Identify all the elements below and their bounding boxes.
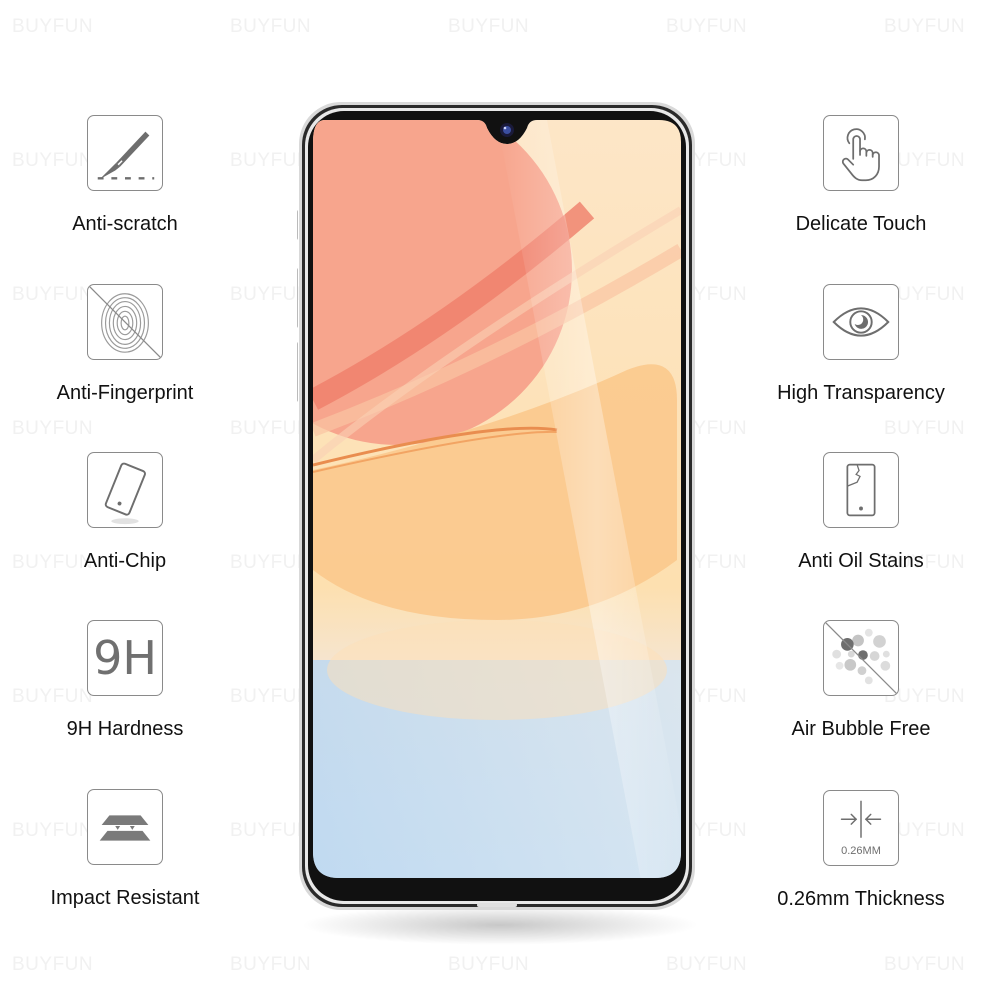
eye-icon [823,284,899,360]
feature-label: Anti Oil Stains [798,550,924,572]
cracked-phone-icon [823,452,899,528]
phone-with-screen-protector [297,100,697,912]
feature-label: Anti-Fingerprint [56,382,194,404]
fingerprint-crossed-icon [87,284,163,360]
touch-hand-icon [823,115,899,191]
feature-label: Anti-scratch [72,213,178,235]
watermark-text: BUYFUN [230,16,312,37]
watermark-text: BUYFUN [448,954,530,975]
scalpel-icon [87,115,163,191]
feature-air-bubble-free: Air Bubble Free [741,620,981,741]
feature-high-transparency: High Transparency [741,284,981,405]
feature-label: 9H Hardness [66,718,184,740]
feature-9h-hardness: 9H 9H Hardness [5,620,245,741]
feature-label: High Transparency [777,382,945,404]
watermark-text: BUYFUN [884,418,966,439]
feature-label: Anti-Chip [83,550,167,572]
feature-anti-chip: Anti-Chip [5,452,245,573]
feature-label: 0.26mm Thickness [777,888,945,910]
feature-anti-oil-stains: Anti Oil Stains [741,452,981,573]
feature-label: Impact Resistant [50,887,200,909]
feature-impact-resistant: Impact Resistant [5,789,245,910]
watermark-text: BUYFUN [884,16,966,37]
watermark-text: BUYFUN [12,16,94,37]
stacked-layers-icon [87,789,163,865]
feature-delicate-touch: Delicate Touch [741,115,981,236]
9h-text-icon: 9H [87,620,163,696]
watermark-text: BUYFUN [666,954,748,975]
watermark-text: BUYFUN [12,418,94,439]
feature-anti-fingerprint: Anti-Fingerprint [5,284,245,405]
feature-thickness: 0.26MM 0.26mm Thickness [741,790,981,911]
feature-label: Air Bubble Free [791,718,931,740]
thickness-arrows-icon: 0.26MM [823,790,899,866]
watermark-text: BUYFUN [666,16,748,37]
bubbles-crossed-icon [823,620,899,696]
feature-anti-scratch: Anti-scratch [5,115,245,236]
watermark-text: BUYFUN [448,16,530,37]
tilted-phone-icon [87,452,163,528]
feature-label: Delicate Touch [795,213,927,235]
watermark-text: BUYFUN [12,954,94,975]
watermark-text: BUYFUN [884,954,966,975]
watermark-text: BUYFUN [230,954,312,975]
